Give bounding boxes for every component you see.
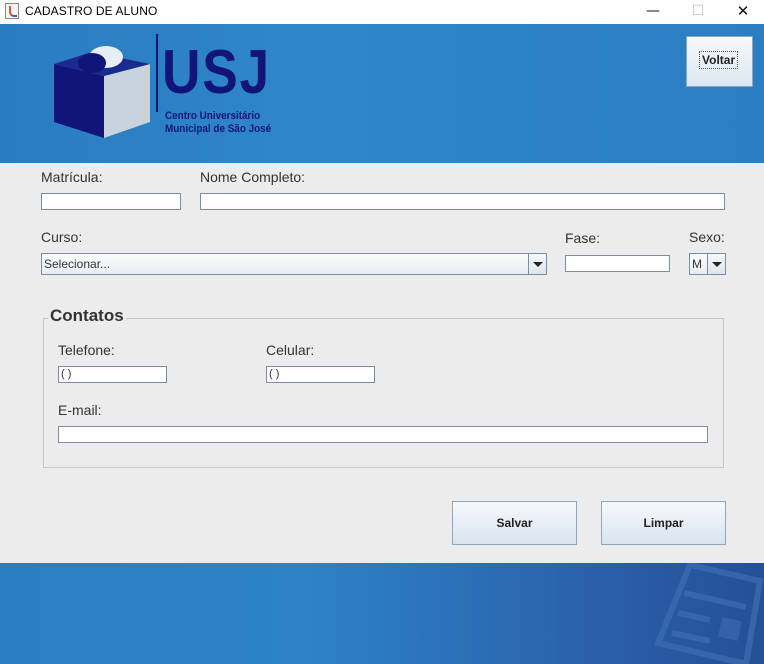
curso-select[interactable]: Selecionar...	[41, 253, 547, 275]
telefone-input[interactable]: ( )	[58, 366, 167, 383]
nome-completo-label: Nome Completo:	[200, 169, 306, 185]
usj-logo-subtitle: Centro Universitário Municipal de São Jo…	[165, 110, 271, 136]
save-button[interactable]: Salvar	[452, 501, 577, 545]
curso-selected-value: Selecionar...	[44, 257, 111, 271]
usj-subtitle-line1: Centro Universitário	[165, 110, 261, 122]
telefone-label: Telefone:	[58, 342, 115, 358]
sexo-selected-value: M	[692, 257, 702, 271]
header-banner: USJ Centro Universitário Municipal de Sã…	[0, 24, 764, 163]
fase-label: Fase:	[565, 230, 601, 246]
celular-label: Celular:	[266, 342, 315, 358]
curso-label: Curso:	[41, 229, 83, 245]
back-button[interactable]: Voltar	[686, 36, 753, 87]
usj-logo-text: USJ	[162, 38, 271, 107]
matricula-label: Matrícula:	[41, 169, 103, 185]
document-decoration-icon	[653, 563, 764, 664]
matricula-input[interactable]	[41, 193, 181, 210]
sexo-select[interactable]: M	[689, 253, 726, 275]
contatos-group	[43, 318, 724, 468]
nome-completo-input[interactable]	[200, 193, 725, 210]
footer-banner	[0, 563, 764, 664]
java-app-icon	[5, 3, 19, 19]
usj-logo-icon	[54, 46, 150, 138]
window-title: CADASTRO DE ALUNO	[25, 4, 158, 18]
title-bar: CADASTRO DE ALUNO — ☐ ✕	[0, 0, 764, 24]
close-button[interactable]: ✕	[720, 0, 764, 24]
contatos-title: Contatos	[48, 306, 126, 326]
email-input[interactable]	[58, 426, 708, 443]
chevron-down-icon[interactable]	[707, 254, 725, 274]
email-label: E-mail:	[58, 402, 102, 418]
clear-button[interactable]: Limpar	[601, 501, 726, 545]
logo-divider	[156, 34, 158, 112]
chevron-down-icon[interactable]	[528, 254, 546, 274]
maximize-button[interactable]: ☐	[675, 0, 721, 24]
fase-input[interactable]	[565, 255, 670, 272]
celular-input[interactable]: ( )	[266, 366, 375, 383]
back-button-label: Voltar	[698, 51, 739, 69]
sexo-label: Sexo:	[689, 229, 725, 245]
usj-subtitle-line2: Municipal de São José	[165, 123, 272, 135]
minimize-button[interactable]: —	[630, 0, 676, 24]
